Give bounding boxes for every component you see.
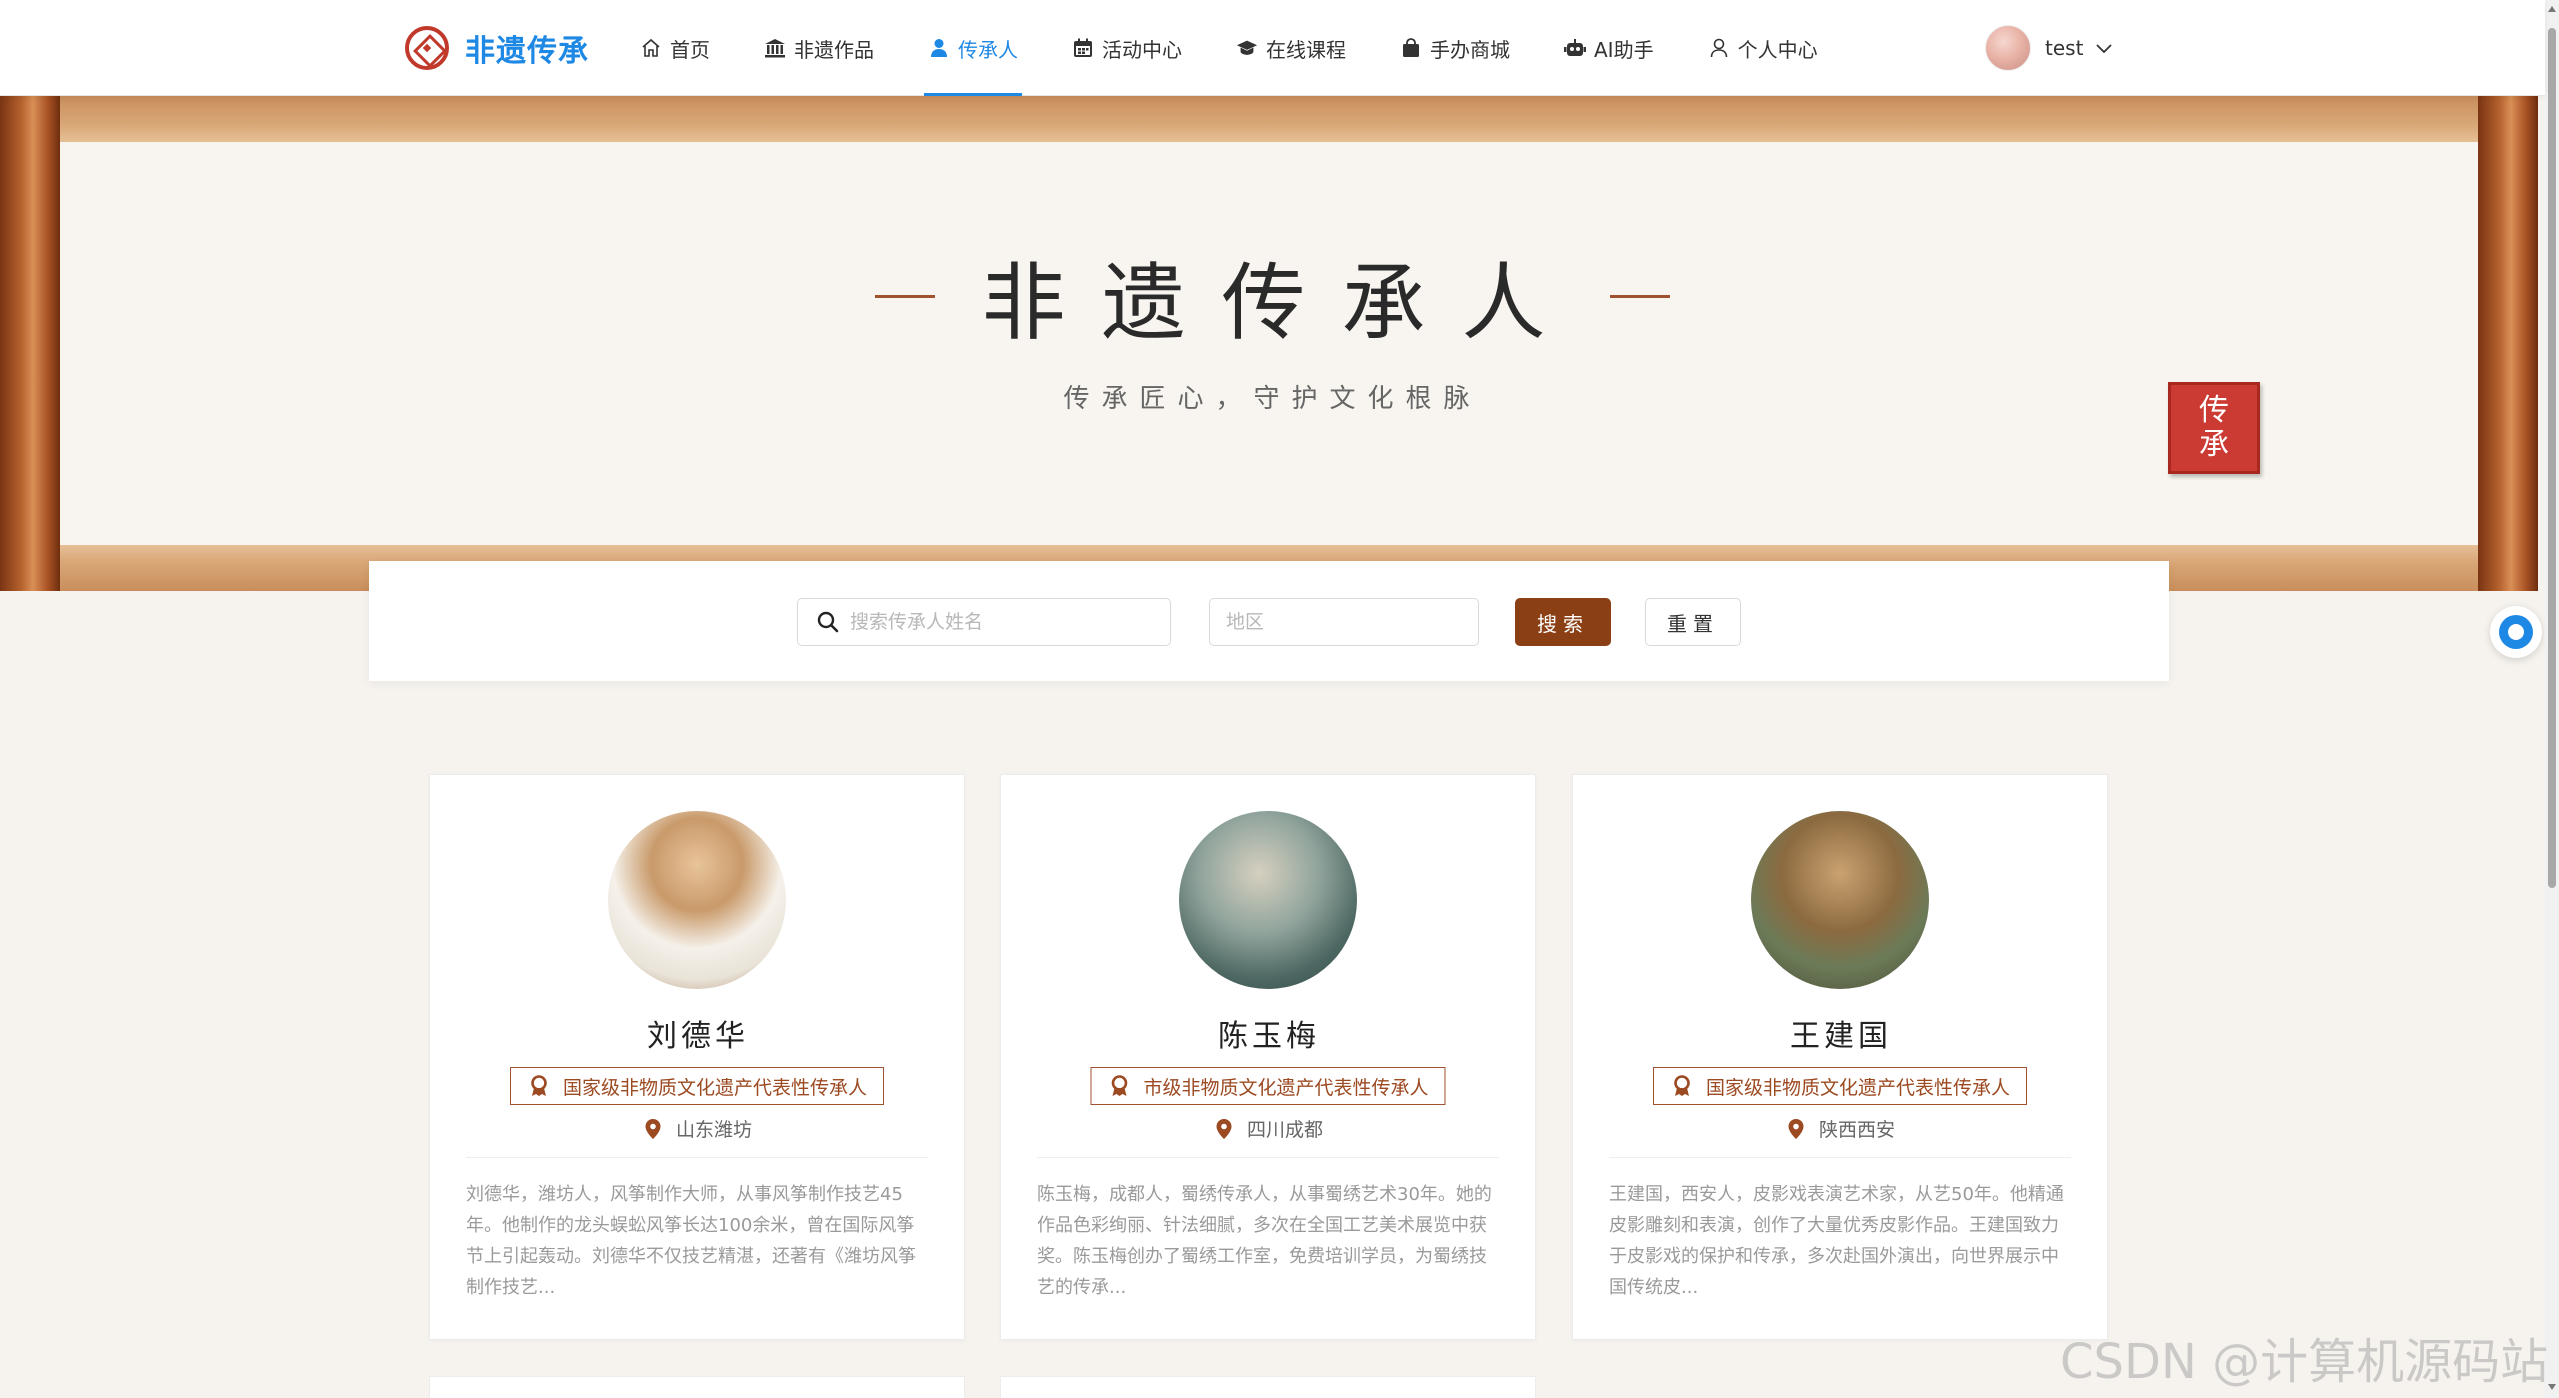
calendar-icon xyxy=(1072,37,1094,59)
nav-item-label: 个人中心 xyxy=(1737,37,1818,62)
nav-item-label: 手办商城 xyxy=(1430,37,1510,62)
inheritor-level-badge: 市级非物质文化遗产代表性传承人 xyxy=(1090,1067,1446,1105)
inheritor-level-badge: 国家级非物质文化遗产代表性传承人 xyxy=(1652,1067,2028,1105)
nav-item-label: 在线课程 xyxy=(1266,37,1346,62)
museum-icon xyxy=(764,37,786,59)
brand-name: 非遗传承 xyxy=(465,34,589,69)
brand-logo-icon xyxy=(405,26,449,70)
region-input[interactable] xyxy=(1226,611,1478,633)
home-icon xyxy=(640,37,662,59)
name-search-input[interactable] xyxy=(850,611,1170,633)
top-navbar: 非遗传承 首页 非遗作品 传承人 活动中心 在线课程 手办商城 AI助手 个人中… xyxy=(0,0,2545,96)
title-dash-left xyxy=(875,294,936,298)
inheritor-level-badge: 国家级非物质文化遗产代表性传承人 xyxy=(509,1067,885,1105)
seal-char-top: 传 xyxy=(2199,393,2229,428)
nav-item-activities[interactable]: 活动中心 xyxy=(1072,0,1182,96)
inheritor-description: 刘德华，潍坊人，风筝制作大师，从事风筝制作技艺45年。他制作的龙头蜈蚣风筝长达1… xyxy=(466,1184,916,1298)
nav-item-inheritors[interactable]: 传承人 xyxy=(924,0,1022,96)
scrollbar-thumb[interactable] xyxy=(2548,28,2556,888)
inheritor-location: 山东潍坊 xyxy=(430,1115,966,1142)
inheritor-photo xyxy=(1751,811,1929,989)
user-menu[interactable]: test xyxy=(1985,24,2113,72)
inheritor-card-partial[interactable] xyxy=(429,1376,965,1398)
watermark: CSDN @计算机源码站 xyxy=(2060,1334,2549,1390)
chevron-down-icon[interactable] xyxy=(2095,39,2113,57)
page-title: 非遗传承人 xyxy=(981,253,1582,352)
nav-item-label: 首页 xyxy=(670,37,710,62)
location-text: 山东潍坊 xyxy=(675,1119,752,1141)
scroll-band-top xyxy=(60,96,2478,142)
banner-title-row: 非遗传承人 xyxy=(0,246,2545,352)
search-icon xyxy=(816,610,840,634)
inheritor-level: 国家级非物质文化遗产代表性传承人 xyxy=(1705,1076,2011,1099)
nav-item-label: 活动中心 xyxy=(1102,37,1182,62)
page-scrollbar[interactable] xyxy=(2545,0,2559,1398)
person-icon xyxy=(1708,37,1730,59)
inheritor-description: 陈玉梅，成都人，蜀绣传承人，从事蜀绣艺术30年。她的作品色彩绚丽、针法细腻，多次… xyxy=(1037,1184,1492,1298)
nav-item-works[interactable]: 非遗作品 xyxy=(764,0,874,96)
shopping-bag-icon xyxy=(1400,37,1422,59)
scroll-down-arrow-icon[interactable] xyxy=(2548,1384,2556,1390)
page: 非遗传承 首页 非遗作品 传承人 活动中心 在线课程 手办商城 AI助手 个人中… xyxy=(0,0,2559,1398)
seal-stamp: 传 承 xyxy=(2168,382,2260,474)
nav-item-label: 传承人 xyxy=(958,37,1018,62)
inheritor-name: 陈玉梅 xyxy=(1218,1019,1320,1054)
location-pin-icon xyxy=(644,1118,662,1140)
award-icon xyxy=(1109,1075,1129,1097)
inheritor-photo xyxy=(608,811,786,989)
inheritor-level: 市级非物质文化遗产代表性传承人 xyxy=(1143,1076,1429,1099)
nav-item-home[interactable]: 首页 xyxy=(640,0,710,96)
scroll-up-arrow-icon[interactable] xyxy=(2548,6,2556,12)
card-divider xyxy=(1609,1157,2071,1158)
card-divider xyxy=(1037,1157,1499,1158)
brand[interactable]: 非遗传承 xyxy=(405,24,589,72)
location-pin-icon xyxy=(1215,1118,1233,1140)
search-panel: 搜索 重置 xyxy=(369,561,2169,681)
card-divider xyxy=(466,1157,928,1158)
inheritor-name: 刘德华 xyxy=(647,1019,749,1054)
floating-chat-button[interactable] xyxy=(2490,606,2542,658)
title-dash-right xyxy=(1609,294,1670,298)
search-button[interactable]: 搜索 xyxy=(1515,598,1611,646)
nav-item-shop[interactable]: 手办商城 xyxy=(1400,0,1510,96)
inheritor-level: 国家级非物质文化遗产代表性传承人 xyxy=(562,1076,868,1099)
graduation-cap-icon xyxy=(1236,37,1258,59)
nav-item-profile[interactable]: 个人中心 xyxy=(1708,0,1818,96)
inheritor-card[interactable]: 陈玉梅 市级非物质文化遗产代表性传承人 四川成都 陈玉梅，成都人，蜀绣传承人，从… xyxy=(1000,774,1536,1340)
user-name: test xyxy=(2045,36,2084,60)
award-icon xyxy=(1672,1075,1692,1097)
inheritor-description: 王建国，西安人，皮影戏表演艺术家，从艺50年。他精通皮影雕刻和表演，创作了大量优… xyxy=(1609,1184,2064,1298)
inheritor-card[interactable]: 王建国 国家级非物质文化遗产代表性传承人 陕西西安 王建国，西安人，皮影戏表演艺… xyxy=(1572,774,2108,1340)
inheritor-location: 四川成都 xyxy=(1001,1115,1537,1142)
name-search-field[interactable] xyxy=(797,598,1171,646)
nav-item-ai-assistant[interactable]: AI助手 xyxy=(1564,0,1654,96)
region-field[interactable] xyxy=(1209,598,1479,646)
main-nav: 首页 非遗作品 传承人 活动中心 在线课程 手办商城 AI助手 个人中心 xyxy=(640,0,1872,96)
robot-icon xyxy=(1564,37,1586,59)
location-pin-icon xyxy=(1787,1118,1805,1140)
seal-char-bottom: 承 xyxy=(2199,427,2229,462)
location-text: 陕西西安 xyxy=(1818,1119,1895,1141)
nav-item-label: AI助手 xyxy=(1594,37,1654,62)
inheritor-card-partial[interactable] xyxy=(1000,1376,1536,1398)
nav-item-label: 非遗作品 xyxy=(794,37,874,62)
nav-item-courses[interactable]: 在线课程 xyxy=(1236,0,1346,96)
user-icon xyxy=(928,37,950,59)
reset-button[interactable]: 重置 xyxy=(1645,598,1741,646)
chat-bubble-icon xyxy=(2499,615,2533,649)
inheritor-card[interactable]: 刘德华 国家级非物质文化遗产代表性传承人 山东潍坊 刘德华，潍坊人，风筝制作大师… xyxy=(429,774,965,1340)
inheritor-location: 陕西西安 xyxy=(1573,1115,2109,1142)
inheritor-photo xyxy=(1179,811,1357,989)
avatar[interactable] xyxy=(1985,25,2031,71)
location-text: 四川成都 xyxy=(1246,1119,1323,1141)
page-subtitle: 传承匠心，守护文化根脉 xyxy=(1063,384,1482,414)
hero-banner: 非遗传承人 传承匠心，守护文化根脉 传 承 xyxy=(0,96,2545,591)
award-icon xyxy=(529,1075,549,1097)
inheritor-name: 王建国 xyxy=(1790,1019,1892,1054)
